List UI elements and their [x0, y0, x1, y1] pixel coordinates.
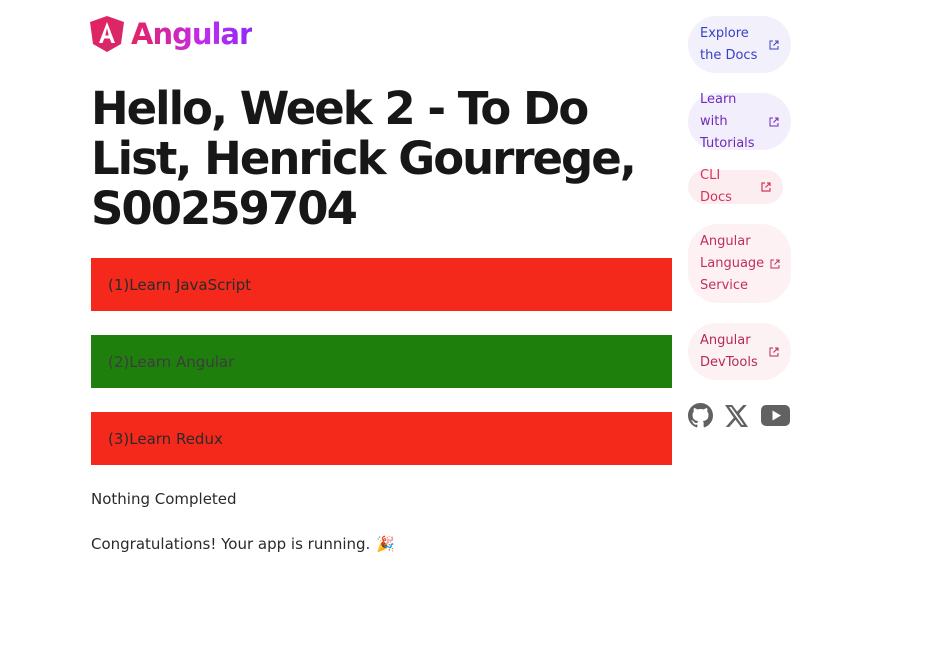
external-link-icon: [770, 259, 780, 268]
party-popper-icon: 🎉: [376, 535, 395, 553]
tutorials-link[interactable]: Learn with Tutorials: [688, 92, 791, 151]
todo-item-2[interactable]: (2)Learn Angular: [91, 335, 672, 388]
social-links: [688, 403, 802, 432]
congrats-text: Congratulations! Your app is running.: [91, 535, 371, 553]
link-label: Explore the Docs: [700, 25, 758, 63]
explore-docs-link[interactable]: Explore the Docs: [688, 16, 791, 73]
external-link-icon: [769, 117, 779, 126]
external-link-icon: [761, 182, 771, 192]
todo-item-3[interactable]: (3)Learn Redux: [91, 412, 672, 465]
app-page: Angular Hello, Week 2 - To Do List, Henr…: [0, 0, 927, 671]
todo-item-1[interactable]: (1)Learn JavaScript: [91, 258, 672, 311]
external-link-icon: [769, 347, 779, 356]
link-label: Angular DevTools: [700, 332, 758, 370]
congrats-message: Congratulations! Your app is running. 🎉: [91, 535, 395, 553]
cli-docs-link[interactable]: CLI Docs: [688, 168, 783, 205]
link-label: Angular Language Service: [700, 233, 765, 293]
angular-shield-icon: [90, 16, 124, 52]
language-service-link[interactable]: Angular Language Service: [688, 224, 791, 303]
external-link-icon: [769, 40, 779, 49]
link-label: CLI Docs: [700, 168, 732, 205]
completion-status: Nothing Completed: [91, 490, 237, 508]
angular-logo[interactable]: Angular: [90, 16, 253, 52]
devtools-link[interactable]: Angular DevTools: [688, 323, 791, 380]
github-icon[interactable]: [688, 403, 713, 432]
youtube-icon[interactable]: [761, 405, 790, 430]
logo-text: Angular: [131, 17, 253, 51]
page-title: Hello, Week 2 - To Do List, Henrick Gour…: [91, 82, 637, 235]
link-label: Learn with Tutorials: [700, 91, 755, 151]
x-icon[interactable]: [725, 404, 749, 431]
